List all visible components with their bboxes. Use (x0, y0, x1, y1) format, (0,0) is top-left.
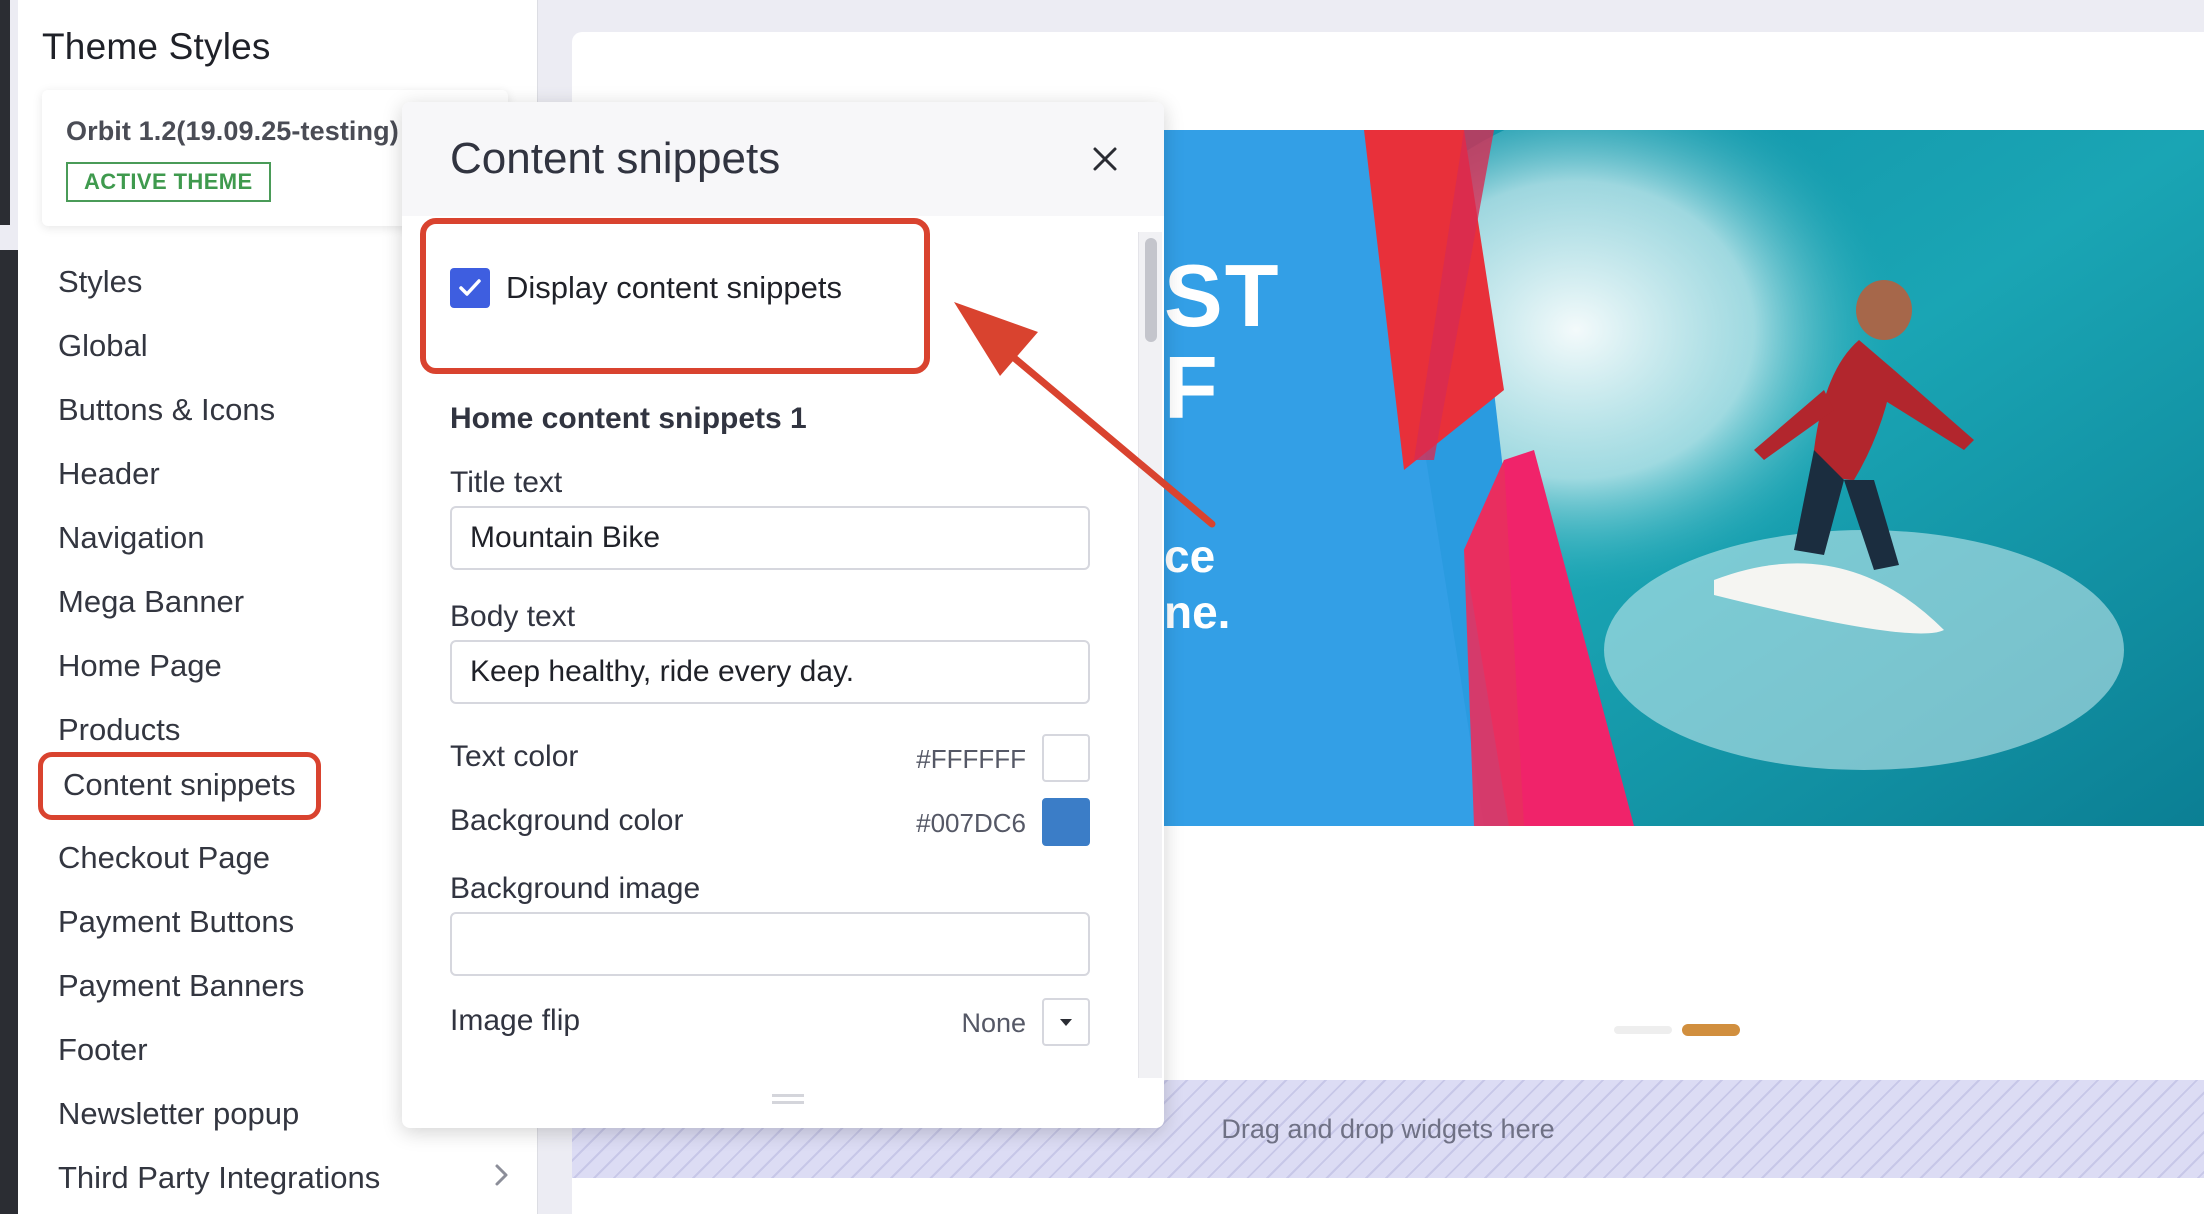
sidebar-item-navigation[interactable]: Navigation (58, 520, 204, 556)
sidebar-item-footer[interactable]: Footer (58, 1032, 148, 1068)
text-color-swatch[interactable] (1042, 734, 1090, 782)
checkmark-icon (459, 279, 481, 296)
chevron-right-icon[interactable] (488, 1162, 514, 1188)
display-snippets-row[interactable]: Display content snippets (450, 268, 842, 308)
panel-scrollbar-thumb[interactable] (1145, 238, 1157, 342)
slider-dot-active[interactable] (1682, 1024, 1740, 1036)
slider-pagination (1614, 1024, 1744, 1036)
banner-subheading: ce ne. (1164, 530, 1231, 638)
title-text-label: Title text (450, 466, 563, 499)
text-color-row: Text color #FFFFFF (450, 734, 1090, 782)
panel-scrollbar[interactable] (1138, 232, 1162, 1078)
section-title: Home content snippets 1 (450, 402, 807, 435)
hero-banner-image: ST F ce ne. (1164, 130, 2204, 826)
content-snippets-panel: Content snippets Display content snippet… (402, 102, 1164, 1128)
image-flip-value: None (961, 1008, 1026, 1038)
body-text-input[interactable] (450, 640, 1090, 704)
image-flip-dropdown[interactable] (1042, 998, 1090, 1046)
image-flip-row: Image flip None (450, 998, 1090, 1046)
dropzone-label: Drag and drop widgets here (1221, 1113, 1555, 1144)
display-snippets-label: Display content snippets (506, 270, 843, 305)
sidebar-item-products[interactable]: Products (58, 712, 180, 748)
sidebar-item-payment-buttons[interactable]: Payment Buttons (58, 904, 294, 940)
window-edge (0, 0, 10, 225)
theme-name: Orbit 1.2(19.09.25-testing) (66, 116, 399, 146)
panel-title: Content snippets (450, 134, 781, 183)
body-text-label: Body text (450, 600, 576, 633)
slider-dot[interactable] (1614, 1026, 1672, 1034)
sidebar-item-newsletter-popup[interactable]: Newsletter popup (58, 1096, 299, 1132)
close-icon[interactable] (1090, 144, 1120, 174)
background-color-hex: #007DC6 (916, 808, 1026, 838)
background-color-swatch[interactable] (1042, 798, 1090, 846)
caret-down-icon (1060, 1019, 1072, 1026)
panel-header: Content snippets (402, 102, 1164, 216)
title-text-input[interactable] (450, 506, 1090, 570)
app-screen: Theme Styles Orbit 1.2(19.09.25-testing)… (0, 0, 2204, 1214)
surfer-image (1164, 130, 2204, 826)
sidebar-item-buttons-icons[interactable]: Buttons & Icons (58, 392, 275, 428)
text-color-label: Text color (450, 740, 579, 773)
sidebar-item-content-snippets[interactable]: Content snippets (38, 752, 321, 820)
sidebar-item-payment-banners[interactable]: Payment Banners (58, 968, 304, 1004)
display-snippets-checkbox[interactable] (450, 268, 490, 308)
window-edge (0, 250, 18, 1214)
resize-handle[interactable] (772, 1094, 804, 1106)
background-color-row: Background color #007DC6 (450, 798, 1090, 846)
background-color-label: Background color (450, 804, 684, 837)
sidebar-item-global[interactable]: Global (58, 328, 148, 364)
image-flip-label: Image flip (450, 1004, 581, 1037)
sidebar-item-header[interactable]: Header (58, 456, 160, 492)
sidebar-item-mega-banner[interactable]: Mega Banner (58, 584, 244, 620)
sidebar-item-checkout-page[interactable]: Checkout Page (58, 840, 270, 876)
text-color-hex: #FFFFFF (916, 744, 1026, 774)
sidebar-title: Theme Styles (42, 26, 271, 67)
sidebar-item-home-page[interactable]: Home Page (58, 648, 222, 684)
banner-heading: ST F (1164, 246, 1281, 437)
background-image-label: Background image (450, 872, 701, 905)
background-image-input[interactable] (450, 912, 1090, 976)
sidebar-item-styles[interactable]: Styles (58, 264, 142, 300)
active-theme-badge: ACTIVE THEME (66, 162, 271, 202)
sidebar-item-third-party-integrations[interactable]: Third Party Integrations (58, 1160, 380, 1196)
